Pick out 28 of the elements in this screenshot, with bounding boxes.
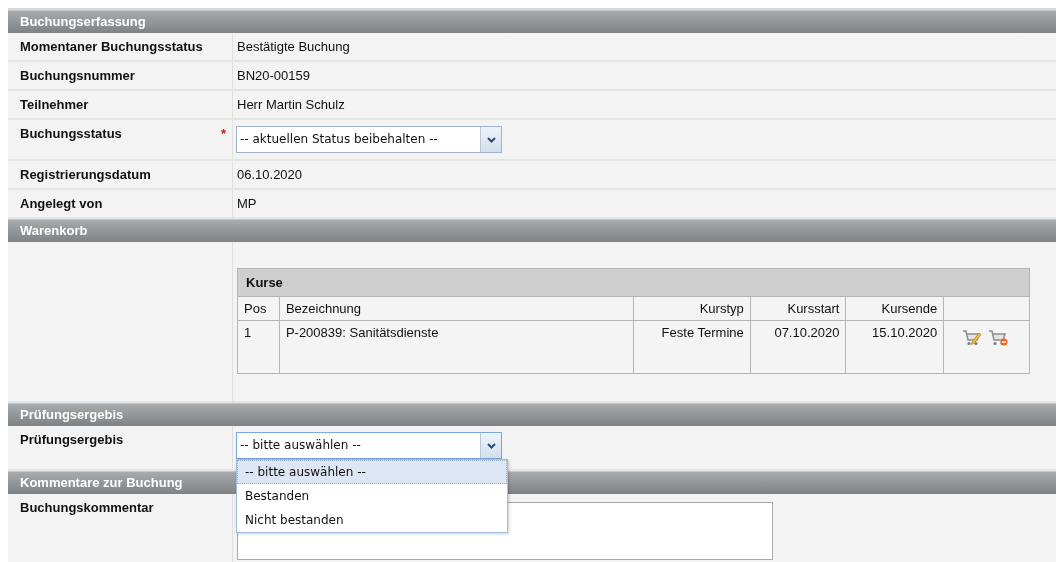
field-value: MP [237, 196, 257, 211]
column-header: Pos [237, 296, 280, 321]
table-cell: 1 [237, 320, 280, 374]
field-value: 06.10.2020 [237, 167, 303, 182]
required-mark: * [220, 126, 226, 141]
field-value: Herr Martin Schulz [237, 97, 345, 112]
column-header: Kurstyp [633, 296, 751, 321]
field-value: BN20-00159 [237, 68, 310, 83]
field-label: Registrierungsdatum [20, 167, 151, 182]
field-label: Teilnehmer [20, 97, 89, 112]
field-label: Prüfungsergebis [20, 432, 124, 447]
column-header: Bezeichnung [279, 296, 634, 321]
column-header: Kursende [846, 296, 944, 321]
table-title: Kurse [237, 268, 1030, 297]
table-cell: 15.10.2020 [846, 320, 944, 374]
field-label: Buchungsstatus [20, 126, 122, 141]
field-value: Bestätigte Buchung [237, 39, 350, 54]
field-label: Buchungsnummer [20, 68, 135, 83]
table-cell: Feste Termine [633, 320, 751, 374]
field-label: Buchungskommentar [20, 500, 154, 515]
field-label: Momentaner Buchungsstatus [20, 39, 203, 54]
section-header: Warenkorb [8, 219, 1056, 242]
section-header: Buchungserfassung [8, 10, 1056, 33]
table-cell: 07.10.2020 [750, 320, 846, 374]
section-header: Prüfungsergebis [8, 403, 1056, 426]
column-header: Kursstart [750, 296, 846, 321]
field-label: Angelegt von [20, 196, 103, 211]
table-cell: P-200839: Sanitätsdienste [279, 320, 634, 374]
